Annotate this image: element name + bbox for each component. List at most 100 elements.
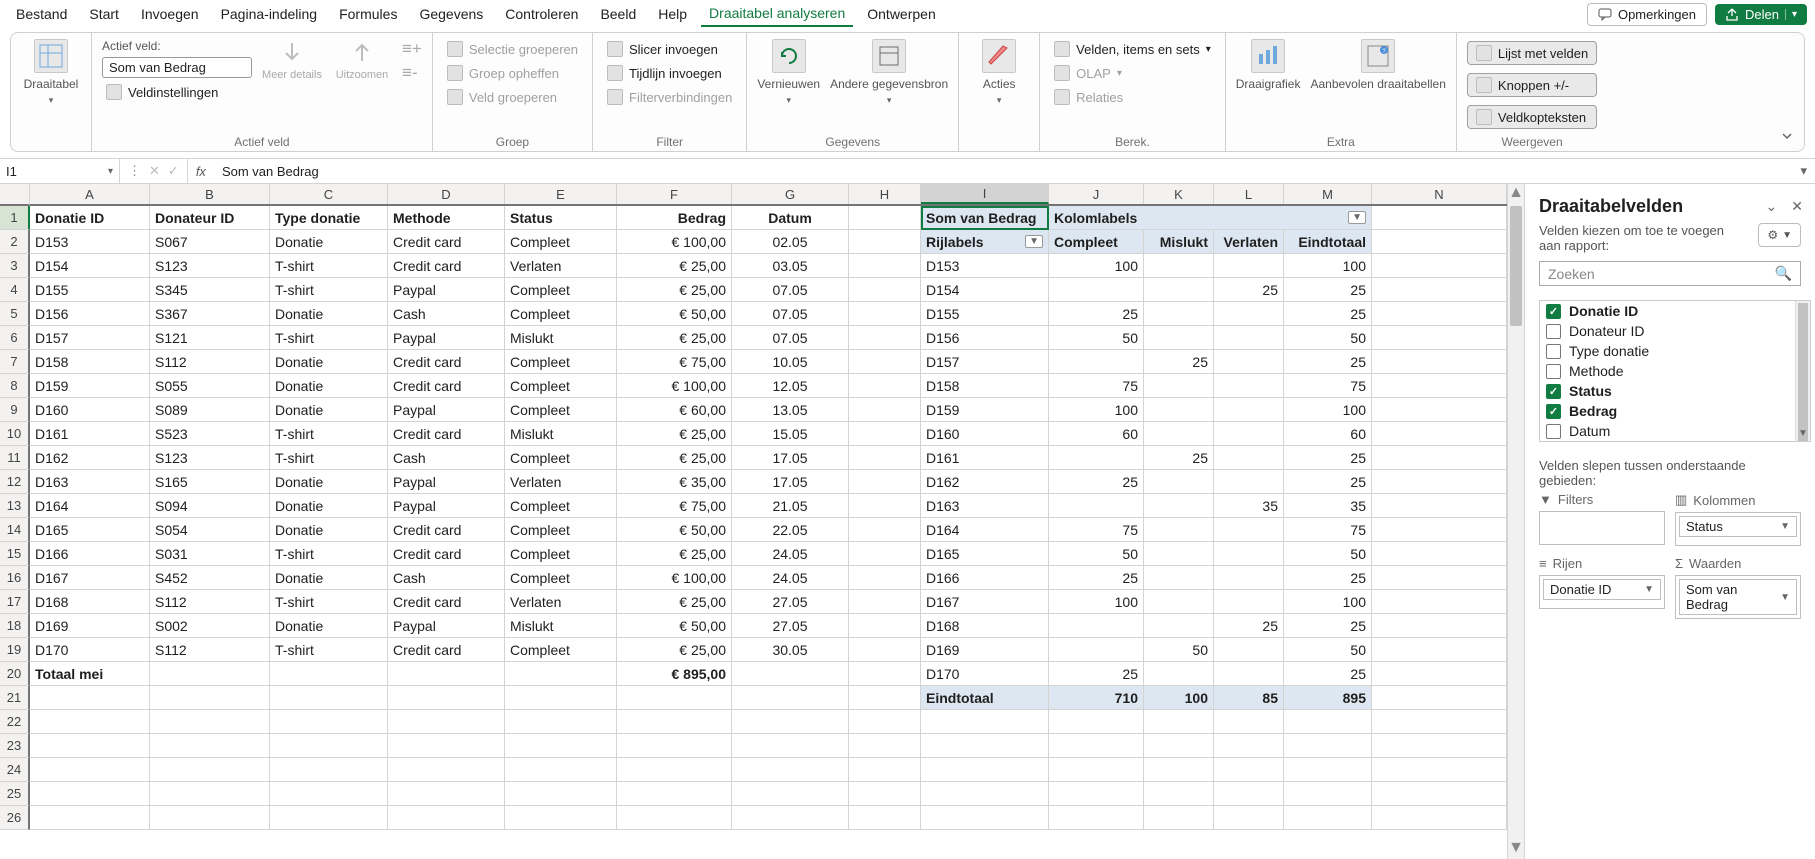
row-header-15[interactable]: 15 [0, 542, 30, 566]
cell-G[interactable]: 24.05 [732, 542, 849, 566]
row-header-24[interactable]: 24 [0, 758, 30, 782]
cell-M[interactable]: 75 [1284, 518, 1372, 542]
cell-B[interactable]: S123 [150, 446, 270, 470]
cells-area[interactable]: Donatie IDDonateur IDType donatieMethode… [30, 206, 1507, 830]
cell-H[interactable] [849, 734, 921, 758]
cell-K[interactable] [1144, 614, 1214, 638]
row-header-17[interactable]: 17 [0, 590, 30, 614]
cell-J[interactable] [1049, 614, 1144, 638]
cell-L[interactable] [1214, 782, 1284, 806]
cell-D[interactable]: Credit card [388, 590, 505, 614]
menu-tab-bestand[interactable]: Bestand [8, 3, 75, 25]
menu-tab-formules[interactable]: Formules [331, 3, 405, 25]
column-header-K[interactable]: K [1144, 184, 1214, 204]
zoom-out-button[interactable]: Uitzoomen [332, 39, 392, 81]
expand-field-icon[interactable]: ≡+ [402, 39, 422, 59]
cell-J[interactable]: 100 [1049, 254, 1144, 278]
cancel-icon[interactable]: ✕ [149, 163, 160, 179]
cell-J[interactable] [1049, 638, 1144, 662]
area-filters-well[interactable] [1539, 511, 1665, 545]
cell-C[interactable]: T-shirt [270, 542, 388, 566]
pivot-row-label[interactable]: D160 [921, 422, 1049, 446]
cell-D[interactable]: Credit card [388, 254, 505, 278]
cell-H[interactable] [849, 686, 921, 710]
menu-tab-controleren[interactable]: Controleren [497, 3, 586, 25]
cell-F[interactable] [617, 782, 732, 806]
cell-E[interactable]: Mislukt [505, 614, 617, 638]
refresh-button[interactable]: Vernieuwen▾ [757, 39, 820, 106]
cell-B[interactable] [150, 806, 270, 830]
cell-C[interactable]: T-shirt [270, 254, 388, 278]
cell-M[interactable]: 60 [1284, 422, 1372, 446]
cell-E[interactable]: Verlaten [505, 590, 617, 614]
cell-N[interactable] [1372, 422, 1507, 446]
cell-K[interactable] [1144, 710, 1214, 734]
cell-E[interactable]: Compleet [505, 230, 617, 254]
cell-A[interactable]: D163 [30, 470, 150, 494]
cell-E[interactable]: Compleet [505, 278, 617, 302]
cell-A[interactable]: D169 [30, 614, 150, 638]
cell-C[interactable]: T-shirt [270, 278, 388, 302]
cell-H[interactable] [849, 638, 921, 662]
cell-D[interactable]: Cash [388, 566, 505, 590]
cell-E[interactable] [505, 806, 617, 830]
cell-J[interactable]: 75 [1049, 374, 1144, 398]
cell-A[interactable]: D166 [30, 542, 150, 566]
cell-I[interactable] [921, 734, 1049, 758]
pivottable-button[interactable]: Draaitabel ▾ [21, 39, 81, 106]
cell-L[interactable]: 85 [1214, 686, 1284, 710]
cell-N[interactable] [1372, 566, 1507, 590]
menu-tab-pagina-indeling[interactable]: Pagina-indeling [213, 3, 326, 25]
cell-J[interactable] [1049, 494, 1144, 518]
cell-I[interactable] [921, 782, 1049, 806]
cell-I[interactable] [921, 710, 1049, 734]
cell-C[interactable] [270, 806, 388, 830]
group-field-button[interactable]: Veld groeperen [443, 87, 582, 107]
cell-K[interactable] [1144, 542, 1214, 566]
column-header-E[interactable]: E [505, 184, 617, 204]
cell-F[interactable]: € 75,00 [617, 350, 732, 374]
confirm-icon[interactable]: ✓ [168, 163, 179, 179]
pivot-corner[interactable]: Som van Bedrag [921, 206, 1049, 230]
cell-H[interactable] [849, 446, 921, 470]
field-item-donatie-id[interactable]: ✓Donatie ID [1540, 301, 1810, 321]
menu-tab-ontwerpen[interactable]: Ontwerpen [859, 3, 943, 25]
area-chip-som-van-bedrag[interactable]: Som van Bedrag▼ [1679, 579, 1797, 615]
cell-C[interactable]: Donatie [270, 566, 388, 590]
cell-M[interactable]: 25 [1284, 662, 1372, 686]
cell-E[interactable]: Compleet [505, 398, 617, 422]
cell-L[interactable] [1214, 542, 1284, 566]
cell-A[interactable] [30, 734, 150, 758]
cell-B[interactable]: S452 [150, 566, 270, 590]
cell-H[interactable] [849, 422, 921, 446]
cell-N[interactable] [1372, 590, 1507, 614]
cell-A[interactable]: D157 [30, 326, 150, 350]
cell-F[interactable]: € 50,00 [617, 614, 732, 638]
cell-E[interactable]: Compleet [505, 350, 617, 374]
filter-connections-button[interactable]: Filterverbindingen [603, 87, 736, 107]
cell-I[interactable]: D170 [921, 662, 1049, 686]
pivot-row-labels[interactable]: Rijlabels ▼ [921, 230, 1049, 254]
insert-timeline-button[interactable]: Tijdlijn invoegen [603, 63, 736, 83]
pivot-row-label[interactable]: D166 [921, 566, 1049, 590]
header-C[interactable]: Type donatie [270, 206, 388, 230]
menu-tab-start[interactable]: Start [81, 3, 127, 25]
cell-M[interactable]: 25 [1284, 614, 1372, 638]
cell-M[interactable] [1284, 782, 1372, 806]
cell-C[interactable] [270, 734, 388, 758]
cell-K[interactable]: 25 [1144, 446, 1214, 470]
cell-D[interactable] [388, 686, 505, 710]
area-rows-well[interactable]: Donatie ID▼ [1539, 575, 1665, 609]
cell-B[interactable]: S054 [150, 518, 270, 542]
field-item-bedrag[interactable]: ✓Bedrag [1540, 401, 1810, 421]
cell-G[interactable]: 27.05 [732, 614, 849, 638]
cell-N[interactable] [1372, 686, 1507, 710]
cell-E[interactable]: Compleet [505, 374, 617, 398]
cell-A[interactable]: D165 [30, 518, 150, 542]
cell-N[interactable] [1372, 734, 1507, 758]
cell-M[interactable]: 100 [1284, 398, 1372, 422]
header-B[interactable]: Donateur ID [150, 206, 270, 230]
cell-H[interactable] [849, 566, 921, 590]
pivot-row-label[interactable]: D153 [921, 254, 1049, 278]
cell-L[interactable] [1214, 662, 1284, 686]
